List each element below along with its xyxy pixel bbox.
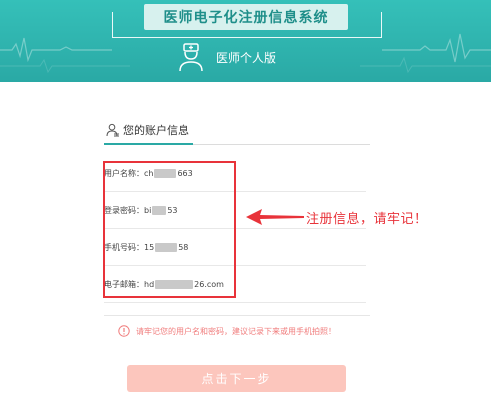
warning-message: 请牢记您的用户名和密码，建议记录下来或用手机拍照！ — [118, 323, 336, 339]
doctor-icon — [179, 43, 203, 72]
divider — [104, 315, 370, 316]
section-title: 您的账户信息 — [123, 124, 189, 137]
edition-badge: 医师个人版 — [176, 42, 276, 72]
account-info-header: 您的账户信息 — [104, 117, 370, 145]
annotation-callout: 注册信息，请牢记！ — [246, 206, 428, 228]
annotation-text: 注册信息，请牢记！ — [306, 211, 428, 227]
arrow-left-icon — [246, 209, 304, 225]
annotation-highlight-box — [103, 161, 236, 298]
next-step-button[interactable]: 点击下一步 — [127, 365, 346, 392]
warning-text: 请牢记您的用户名和密码，建议记录下来或用手机拍照！ — [136, 326, 336, 336]
exclamation-circle-icon — [118, 325, 130, 337]
header-banner: 医师电子化注册信息系统 医师个人版 — [0, 0, 491, 82]
edition-label: 医师个人版 — [216, 50, 277, 65]
system-title-banner: 医师电子化注册信息系统 — [144, 4, 348, 30]
tab-account-info: 您的账户信息 — [104, 117, 193, 145]
next-step-label: 点击下一步 — [201, 372, 272, 386]
system-title-box: 医师电子化注册信息系统 — [112, 0, 382, 39]
user-icon — [106, 123, 119, 137]
system-title: 医师电子化注册信息系统 — [163, 10, 329, 26]
